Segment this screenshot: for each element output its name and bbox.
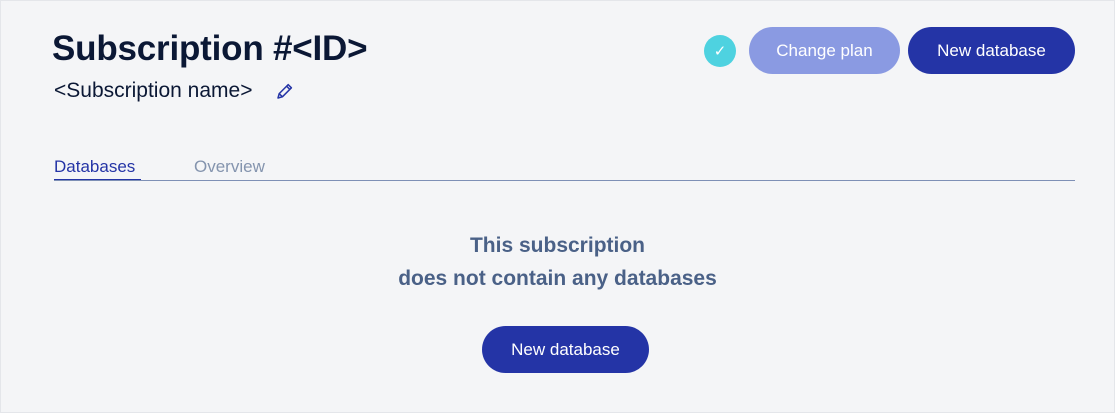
edit-name-button[interactable] [274,80,296,102]
empty-state-new-database-button[interactable]: New database [482,326,649,373]
tab-databases[interactable]: Databases [54,157,141,181]
pencil-icon [277,83,293,99]
new-database-button[interactable]: New database [908,27,1075,74]
tab-databases-label: Databases [54,157,136,176]
tab-divider [54,180,1075,181]
empty-state-line-2: does not contain any databases [398,267,717,290]
subscription-name: <Subscription name> [54,79,253,102]
tab-overview[interactable]: Overview [194,157,265,177]
status-check-icon: ✓ [704,35,736,67]
empty-state-message: This subscription does not contain any d… [1,229,1114,295]
tab-bar: Databases Overview [54,157,1075,181]
check-icon: ✓ [713,42,727,60]
change-plan-button[interactable]: Change plan [749,27,900,74]
tab-overview-label: Overview [194,157,265,176]
subscription-name-row: <Subscription name> [54,77,296,105]
empty-state-line-1: This subscription [469,234,645,257]
page-title: Subscription #<ID> [52,29,368,68]
subscription-page: Subscription #<ID> <Subscription name> ✓… [0,0,1115,413]
